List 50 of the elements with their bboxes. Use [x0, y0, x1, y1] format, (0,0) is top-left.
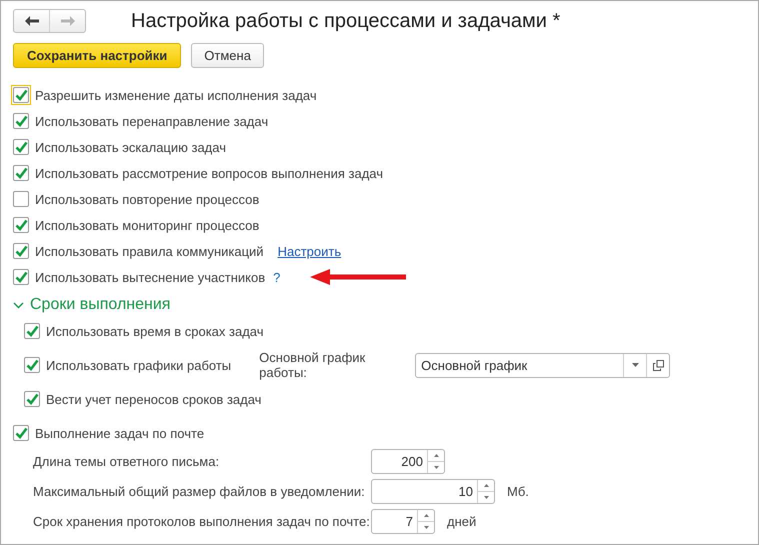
- cancel-button[interactable]: Отмена: [191, 43, 264, 68]
- option-label: Выполнение задач по почте: [35, 426, 204, 440]
- option-label: Использовать рассмотрение вопросов выполнения задач: [35, 166, 384, 180]
- checkbox[interactable]: [24, 357, 40, 373]
- option-label: Разрешить изменение даты исполнения задач: [35, 88, 317, 102]
- option-label: Вести учет переносов сроков задач: [46, 392, 262, 406]
- checkbox[interactable]: [24, 323, 40, 339]
- checkbox[interactable]: [13, 113, 29, 129]
- option-label: Использовать перенаправление задач: [35, 114, 268, 128]
- up-triangle-icon[interactable]: [434, 454, 438, 456]
- field-label: Максимальный общий размер файлов в уведомлении:: [33, 484, 366, 498]
- unit-label: Мб.: [507, 484, 529, 498]
- number-field[interactable]: 7: [371, 508, 435, 534]
- checkbox[interactable]: [13, 243, 29, 259]
- checkbox[interactable]: [13, 165, 29, 181]
- dropdown-icon: [632, 363, 639, 367]
- help-link[interactable]: ?: [273, 270, 280, 284]
- up-triangle-icon[interactable]: [484, 484, 488, 486]
- option-label: Использовать правила коммуникаций: [35, 244, 264, 258]
- unit-label: дней: [447, 514, 476, 528]
- open-window-icon: [652, 360, 664, 370]
- section-title[interactable]: Сроки выполнения: [30, 296, 170, 314]
- option-label: Использовать эскалацию задач: [35, 140, 226, 154]
- option-label: Использовать время в сроках задач: [46, 324, 264, 338]
- schedule-select[interactable]: Основной график: [415, 352, 670, 378]
- checkbox[interactable]: [24, 391, 40, 407]
- option-label: Использовать мониторинг процессов: [35, 218, 260, 232]
- checkbox[interactable]: [13, 217, 29, 233]
- field-label: Срок хранения протоколов выполнения задач по почте:: [33, 514, 371, 528]
- down-triangle-icon[interactable]: [484, 496, 488, 498]
- settings-link[interactable]: Настроить: [278, 244, 342, 258]
- left-arrow-icon: [24, 16, 38, 26]
- checkbox[interactable]: [13, 139, 29, 155]
- window-title: Настройка работы с процессами и задачами *: [131, 10, 560, 32]
- up-triangle-icon[interactable]: [424, 514, 428, 516]
- down-triangle-icon[interactable]: [434, 466, 438, 468]
- checkbox[interactable]: [13, 191, 29, 207]
- down-triangle-icon[interactable]: [424, 526, 428, 528]
- number-field[interactable]: 200: [371, 448, 445, 474]
- option-label: Использовать графики работы: [46, 358, 232, 372]
- right-arrow-icon: [60, 16, 74, 26]
- field-label: Длина темы ответного письма:: [33, 454, 220, 468]
- checkbox[interactable]: [13, 425, 29, 441]
- save-button[interactable]: Сохранить настройки: [13, 43, 182, 68]
- field-label: Основной график работы:: [259, 350, 366, 380]
- option-label: Использовать повторение процессов: [35, 192, 260, 206]
- checkbox[interactable]: [13, 269, 29, 285]
- number-field[interactable]: 10: [371, 478, 495, 504]
- chevron-icon[interactable]: [13, 302, 24, 308]
- option-label: Использовать вытеснение участников: [35, 270, 266, 284]
